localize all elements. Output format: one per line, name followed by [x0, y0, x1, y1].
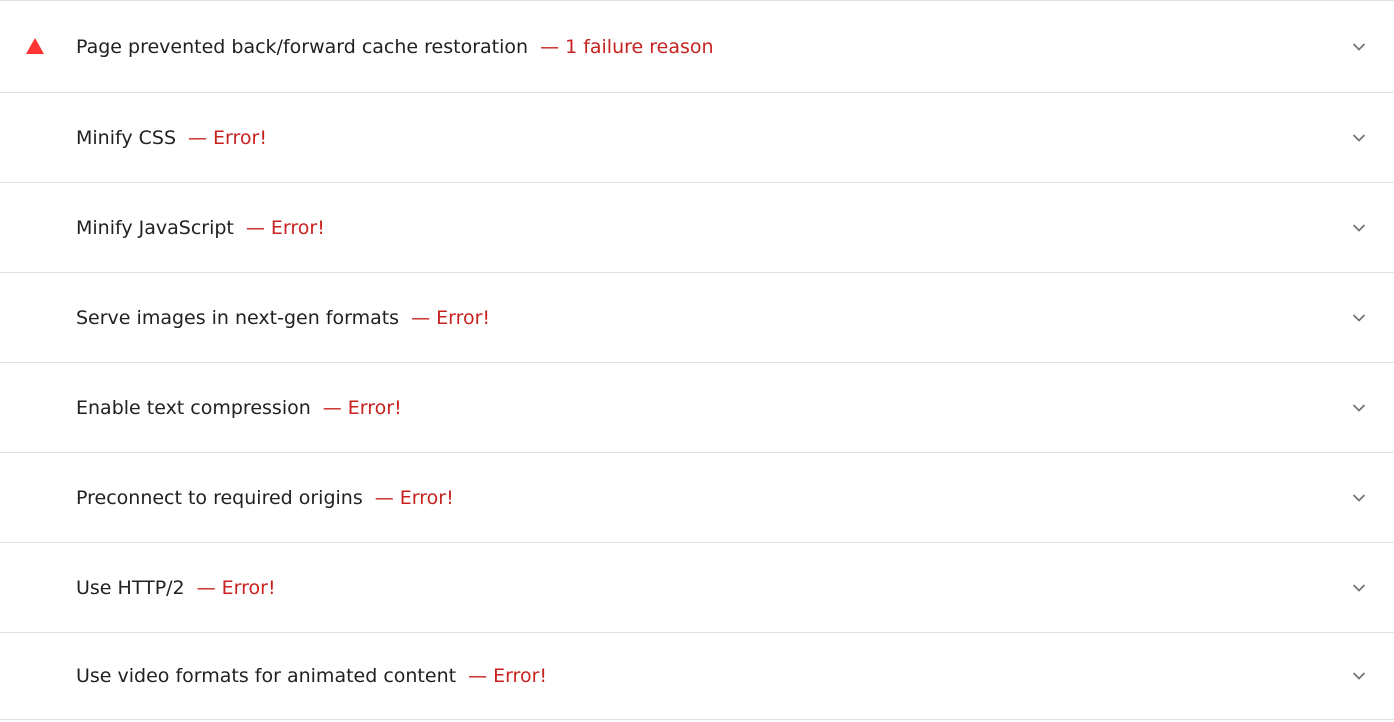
audit-separator: — [411, 306, 431, 329]
audit-list: Page prevented back/forward cache restor… [0, 0, 1394, 720]
audit-separator: — [540, 35, 560, 58]
audit-separator: — [322, 396, 342, 419]
audit-row-video-formats[interactable]: Use video formats for animated content — E… [0, 633, 1394, 720]
chevron-down-icon[interactable] [1352, 583, 1366, 593]
chevron-down-icon[interactable] [1352, 42, 1366, 52]
audit-title-wrap: Preconnect to required origins — Error! [76, 486, 454, 510]
audit-row-bfcache[interactable]: Page prevented back/forward cache restor… [0, 1, 1394, 93]
audit-title-wrap: Enable text compression — Error! [76, 396, 402, 420]
audit-title: Use HTTP/2 [76, 576, 185, 599]
audit-status: Error! [399, 486, 454, 509]
chevron-down-icon[interactable] [1352, 313, 1366, 323]
chevron-down-icon[interactable] [1352, 403, 1366, 413]
audit-title: Use video formats for animated content [76, 665, 457, 687]
audit-status: Error! [493, 665, 548, 687]
audit-status: Error! [213, 126, 267, 149]
audit-separator: — [188, 126, 208, 149]
audit-status: Error! [436, 306, 491, 329]
audit-title: Serve images in next-gen formats [76, 306, 400, 329]
audit-row-preconnect[interactable]: Preconnect to required origins — Error! [0, 453, 1394, 543]
audit-row-minify-js[interactable]: Minify JavaScript — Error! [0, 183, 1394, 273]
audit-title: Minify CSS [76, 126, 177, 149]
audit-title: Minify JavaScript [76, 216, 234, 239]
audit-title: Enable text compression [76, 396, 311, 419]
chevron-down-icon[interactable] [1352, 133, 1366, 143]
audit-row-text-compression[interactable]: Enable text compression — Error! [0, 363, 1394, 453]
chevron-down-icon[interactable] [1352, 223, 1366, 233]
audit-row-minify-css[interactable]: Minify CSS — Error! [0, 93, 1394, 183]
audit-title-wrap: Minify CSS — Error! [76, 126, 267, 150]
chevron-down-icon[interactable] [1352, 493, 1366, 503]
warning-triangle-icon [26, 37, 44, 54]
chevron-down-icon[interactable] [1352, 671, 1366, 681]
audit-title-wrap: Minify JavaScript — Error! [76, 216, 325, 240]
audit-status: Error! [347, 396, 402, 419]
audit-title-wrap: Serve images in next-gen formats — Error! [76, 306, 490, 330]
audit-row-next-gen-images[interactable]: Serve images in next-gen formats — Error! [0, 273, 1394, 363]
audit-separator: — [374, 486, 394, 509]
audit-title: Preconnect to required origins [76, 486, 363, 509]
audit-title-wrap: Use HTTP/2 — Error! [76, 576, 276, 600]
audit-row-http2[interactable]: Use HTTP/2 — Error! [0, 543, 1394, 633]
audit-status: Error! [270, 216, 325, 239]
audit-title-wrap: Use video formats for animated content — E… [76, 664, 547, 688]
audit-title-wrap: Page prevented back/forward cache restor… [76, 35, 714, 59]
audit-status: Error! [221, 576, 276, 599]
audit-separator: — [468, 665, 488, 687]
audit-status: 1 failure reason [565, 35, 714, 58]
audit-title: Page prevented back/forward cache restor… [76, 35, 529, 58]
audit-separator: — [245, 216, 265, 239]
audit-separator: — [196, 576, 216, 599]
